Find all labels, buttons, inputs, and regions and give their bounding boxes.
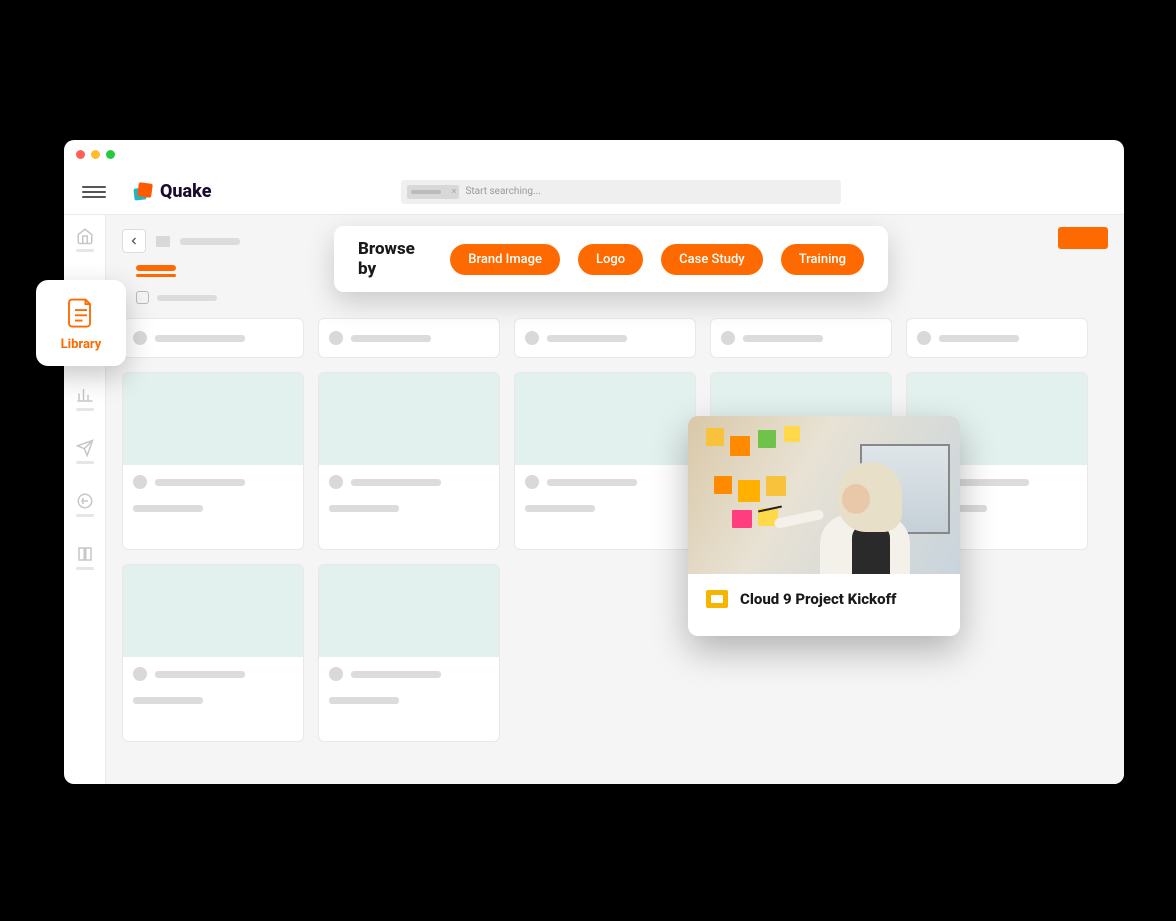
browse-chip-training[interactable]: Training	[781, 244, 864, 275]
chat-icon	[76, 492, 94, 510]
menu-toggle-button[interactable]	[82, 186, 106, 198]
home-icon	[76, 227, 94, 245]
select-all-checkbox[interactable]	[136, 291, 149, 304]
maximize-window-icon[interactable]	[106, 150, 115, 159]
browse-chip-case-study[interactable]: Case Study	[661, 244, 763, 275]
chip-remove-icon[interactable]: ×	[452, 187, 457, 197]
close-window-icon[interactable]	[76, 150, 85, 159]
browse-by-panel: Browse by Brand Image Logo Case Study Tr…	[334, 226, 888, 292]
search-placeholder: Start searching...	[465, 186, 540, 197]
folder-card[interactable]	[122, 318, 304, 358]
asset-card[interactable]	[122, 564, 304, 742]
asset-thumbnail	[515, 373, 695, 465]
asset-thumbnail	[319, 373, 499, 465]
asset-preview-image	[688, 416, 960, 574]
asset-preview-body: Cloud 9 Project Kickoff	[688, 574, 960, 636]
asset-thumbnail	[123, 565, 303, 657]
minimize-window-icon[interactable]	[91, 150, 100, 159]
folder-card[interactable]	[318, 318, 500, 358]
asset-thumbnail	[123, 373, 303, 465]
filter-placeholder	[157, 295, 217, 301]
browse-chip-logo[interactable]: Logo	[578, 244, 643, 275]
primary-action-button[interactable]	[1058, 227, 1108, 249]
window-controls	[64, 140, 1124, 169]
sidebar-item-chat[interactable]	[76, 492, 94, 517]
folder-card[interactable]	[710, 318, 892, 358]
asset-card[interactable]	[514, 372, 696, 550]
paper-plane-icon	[76, 439, 94, 457]
app-name: Quake	[160, 181, 211, 202]
folder-card[interactable]	[514, 318, 696, 358]
asset-thumbnail	[319, 565, 499, 657]
logo-mark-icon	[134, 182, 154, 202]
sidebar-item-book[interactable]	[76, 545, 94, 570]
bar-chart-icon	[76, 386, 94, 404]
asset-card[interactable]	[122, 372, 304, 550]
sidebar-item-analytics[interactable]	[76, 386, 94, 411]
back-button[interactable]	[122, 229, 146, 253]
app-body	[64, 215, 1124, 784]
book-icon	[76, 545, 94, 563]
asset-preview-title: Cloud 9 Project Kickoff	[740, 590, 896, 608]
arrow-left-icon	[128, 235, 140, 247]
folder-card[interactable]	[906, 318, 1088, 358]
library-badge[interactable]: Library	[36, 280, 126, 366]
asset-preview-card[interactable]: Cloud 9 Project Kickoff	[688, 416, 960, 636]
app-header: Quake × Start searching...	[64, 169, 1124, 215]
tab-underline	[136, 274, 176, 277]
folder-icon	[156, 236, 170, 247]
google-slides-icon	[706, 590, 728, 608]
search-filter-chip[interactable]: ×	[407, 185, 459, 199]
filter-row	[136, 291, 1108, 304]
search-input[interactable]: × Start searching...	[401, 180, 841, 204]
folder-grid	[122, 318, 1108, 358]
breadcrumb-placeholder	[180, 238, 240, 245]
sidebar-item-send[interactable]	[76, 439, 94, 464]
sidebar-item-home[interactable]	[76, 227, 94, 252]
browse-chip-brand-image[interactable]: Brand Image	[450, 244, 560, 275]
app-logo[interactable]: Quake	[134, 181, 211, 202]
browse-by-title: Browse by	[358, 239, 432, 279]
asset-card[interactable]	[318, 372, 500, 550]
tab-active[interactable]	[136, 265, 176, 271]
library-badge-label: Library	[61, 337, 102, 352]
asset-card[interactable]	[318, 564, 500, 742]
document-icon	[63, 295, 99, 331]
asset-grid	[122, 372, 1108, 742]
content-area	[106, 215, 1124, 784]
